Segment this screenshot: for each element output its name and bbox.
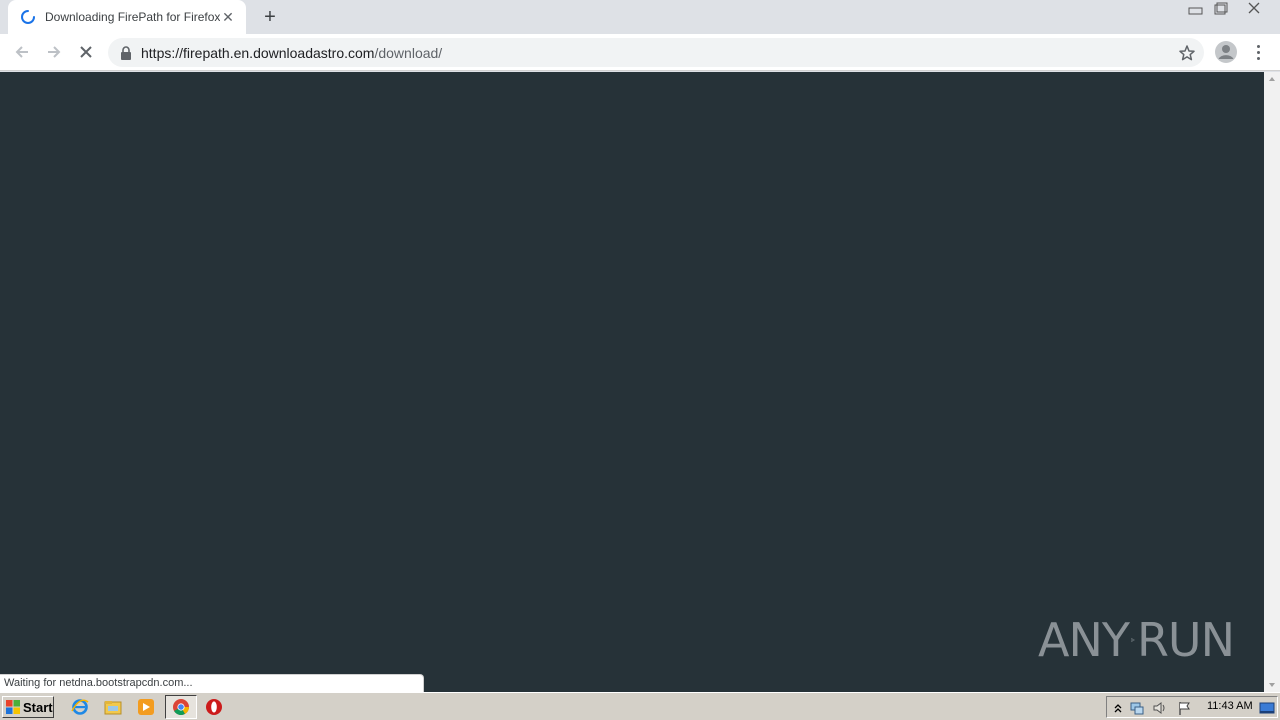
scroll-up-icon[interactable] xyxy=(1264,72,1280,86)
back-button[interactable] xyxy=(10,40,34,64)
arrow-right-icon xyxy=(48,46,61,58)
url-text: https://firepath.en.downloadastro.com/do… xyxy=(141,45,442,61)
browser-menu-button[interactable] xyxy=(1250,40,1266,64)
file-explorer-icon[interactable] xyxy=(104,698,122,716)
action-center-flag-icon[interactable] xyxy=(1177,700,1193,716)
anyrun-watermark: ANY RUN xyxy=(1038,608,1235,672)
windows-taskbar: Start 11:43 AM xyxy=(0,692,1280,720)
internet-explorer-icon[interactable] xyxy=(71,698,89,716)
windows-logo-icon xyxy=(6,700,20,714)
watermark-run: RUN xyxy=(1136,613,1235,667)
volume-icon[interactable] xyxy=(1152,700,1168,716)
tab-close-icon[interactable]: ✕ xyxy=(220,9,236,25)
play-logo-icon xyxy=(1131,637,1135,643)
tab-title: Downloading FirePath for Firefox xyxy=(45,10,220,24)
start-button[interactable]: Start xyxy=(2,696,54,718)
tab-active[interactable]: Downloading FirePath for Firefox ✕ xyxy=(8,0,246,34)
show-desktop-icon[interactable] xyxy=(1259,700,1275,716)
network-icon[interactable] xyxy=(1129,700,1145,716)
start-label: Start xyxy=(23,699,53,715)
watermark-any: ANY xyxy=(1038,613,1130,667)
url-path: /download/ xyxy=(374,44,443,61)
vertical-scrollbar[interactable] xyxy=(1264,72,1280,692)
stop-x-icon xyxy=(80,46,92,58)
profile-avatar-icon[interactable] xyxy=(1214,40,1238,64)
show-hidden-icons-icon[interactable] xyxy=(1110,700,1126,716)
lock-icon xyxy=(121,45,131,60)
bookmark-star-icon[interactable] xyxy=(1178,44,1196,62)
menu-dot xyxy=(1256,50,1260,54)
opera-icon[interactable] xyxy=(205,698,223,716)
forward-button[interactable] xyxy=(42,40,66,64)
browser-toolbar: https://firepath.en.downloadastro.com/do… xyxy=(0,34,1280,71)
close-window-icon[interactable] xyxy=(1233,0,1277,18)
tab-strip: Downloading FirePath for Firefox ✕ + xyxy=(0,0,1280,34)
url-host: https://firepath.en.downloadastro.com xyxy=(141,44,375,61)
system-tray: 11:43 AM xyxy=(1106,696,1278,718)
loading-spinner-icon xyxy=(21,10,35,24)
scroll-down-icon[interactable] xyxy=(1264,678,1280,692)
status-bubble: Waiting for netdna.bootstrapcdn.com... xyxy=(0,674,424,692)
menu-dot xyxy=(1256,44,1260,48)
chrome-icon[interactable] xyxy=(172,698,190,716)
clock[interactable]: 11:43 AM xyxy=(1207,700,1253,712)
page-content xyxy=(0,72,1264,692)
restore-window-icon[interactable] xyxy=(1207,0,1235,18)
stop-loading-button[interactable] xyxy=(74,40,98,64)
menu-dot xyxy=(1256,56,1260,60)
address-bar[interactable]: https://firepath.en.downloadastro.com/do… xyxy=(108,38,1204,67)
arrow-left-icon xyxy=(15,46,28,58)
media-player-icon[interactable] xyxy=(137,698,155,716)
new-tab-button[interactable]: + xyxy=(258,6,282,28)
